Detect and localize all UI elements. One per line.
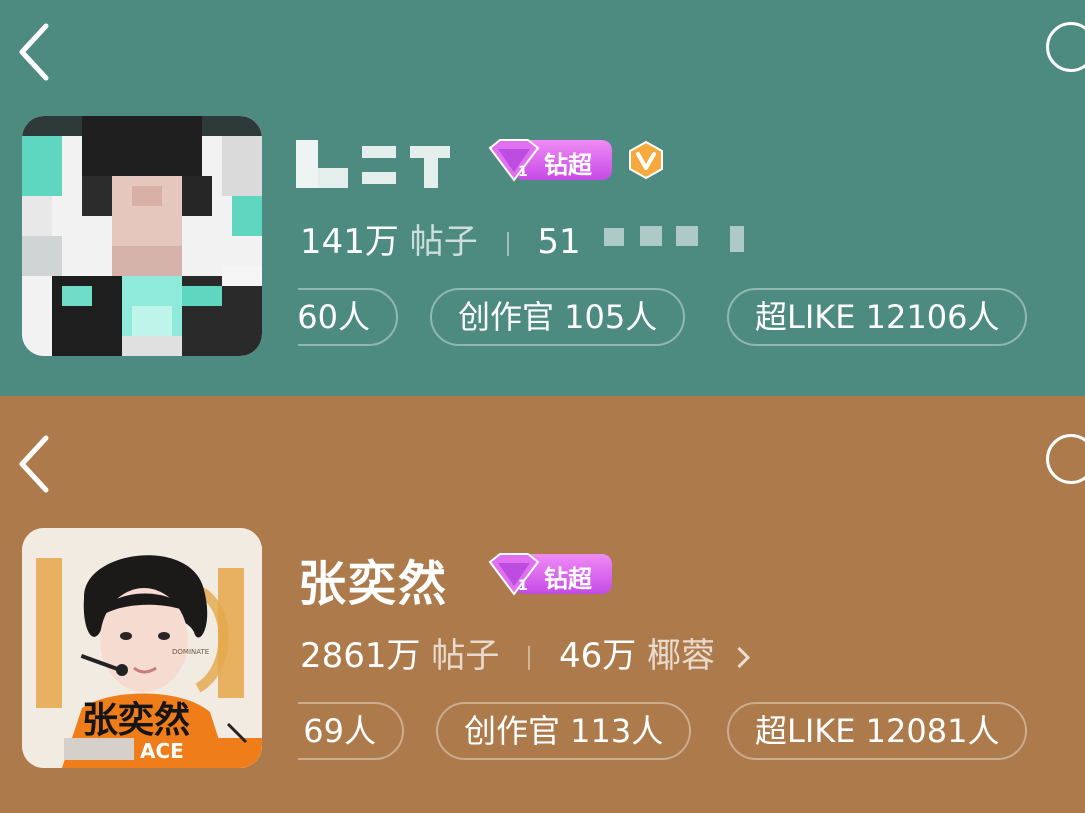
- svg-text:1: 1: [518, 164, 528, 180]
- more-circle-icon[interactable]: [1046, 22, 1085, 72]
- poster-caption-sub: DOMINATE: [172, 648, 209, 656]
- stats-divider: [528, 645, 531, 670]
- pill-creator[interactable]: 创作官 105人: [430, 288, 686, 346]
- stats-divider: [506, 231, 509, 256]
- bottom-super-topic-header: 张奕然 ACE DOMINATE 张奕然 1 钻超 2861万 帖子 46万 椰…: [0, 396, 1085, 813]
- v-badge-icon: [629, 140, 663, 180]
- top-super-topic-header: 1 钻超 141万 帖子 51 60人 创作官 105人 超LIKE 12106…: [0, 0, 1085, 396]
- pill-creator[interactable]: 创作官 113人: [436, 702, 692, 760]
- posts-count: 141万: [300, 222, 399, 262]
- pill-role-1[interactable]: 60人: [298, 288, 398, 346]
- back-arrow-icon[interactable]: [14, 20, 58, 84]
- poster-caption-name: 张奕然: [82, 699, 190, 741]
- diamond-icon: 1: [488, 139, 540, 182]
- avatar-poster-image: 张奕然 ACE DOMINATE: [22, 528, 262, 768]
- posts-unit: 帖子: [409, 222, 478, 262]
- poster-caption-tag: ACE: [140, 739, 184, 763]
- pill-super-like[interactable]: 超LIKE 12106人: [727, 288, 1028, 346]
- role-pills: 60人 创作官 105人 超LIKE 12106人: [298, 288, 1085, 352]
- stats-row: 2861万 帖子 46万 椰蓉: [300, 628, 750, 677]
- posts-count: 2861万: [300, 636, 421, 676]
- stats-row: 141万 帖子 51: [300, 214, 581, 263]
- avatar-mosaic-image: [22, 116, 262, 356]
- pill-super-like[interactable]: 超LIKE 12081人: [727, 702, 1028, 760]
- more-circle-icon[interactable]: [1046, 434, 1085, 484]
- pill-role-1[interactable]: 69人: [298, 702, 404, 760]
- chevron-right-icon[interactable]: [728, 646, 750, 669]
- back-arrow-icon[interactable]: [14, 432, 58, 496]
- posts-unit: 帖子: [431, 636, 500, 676]
- fans-count[interactable]: 46万: [559, 636, 636, 676]
- svg-text:1: 1: [518, 578, 528, 594]
- fans-unit[interactable]: 椰蓉: [647, 636, 715, 676]
- avatar[interactable]: [22, 116, 262, 356]
- avatar[interactable]: 张奕然 ACE DOMINATE: [22, 528, 262, 768]
- topic-name: 张奕然: [298, 556, 449, 612]
- badge-label: 钻超: [544, 151, 592, 179]
- badge-label: 钻超: [544, 565, 592, 593]
- role-pills: 69人 创作官 113人 超LIKE 12081人: [298, 702, 1085, 766]
- fans-count: 51: [537, 222, 581, 262]
- diamond-icon: 1: [488, 553, 540, 596]
